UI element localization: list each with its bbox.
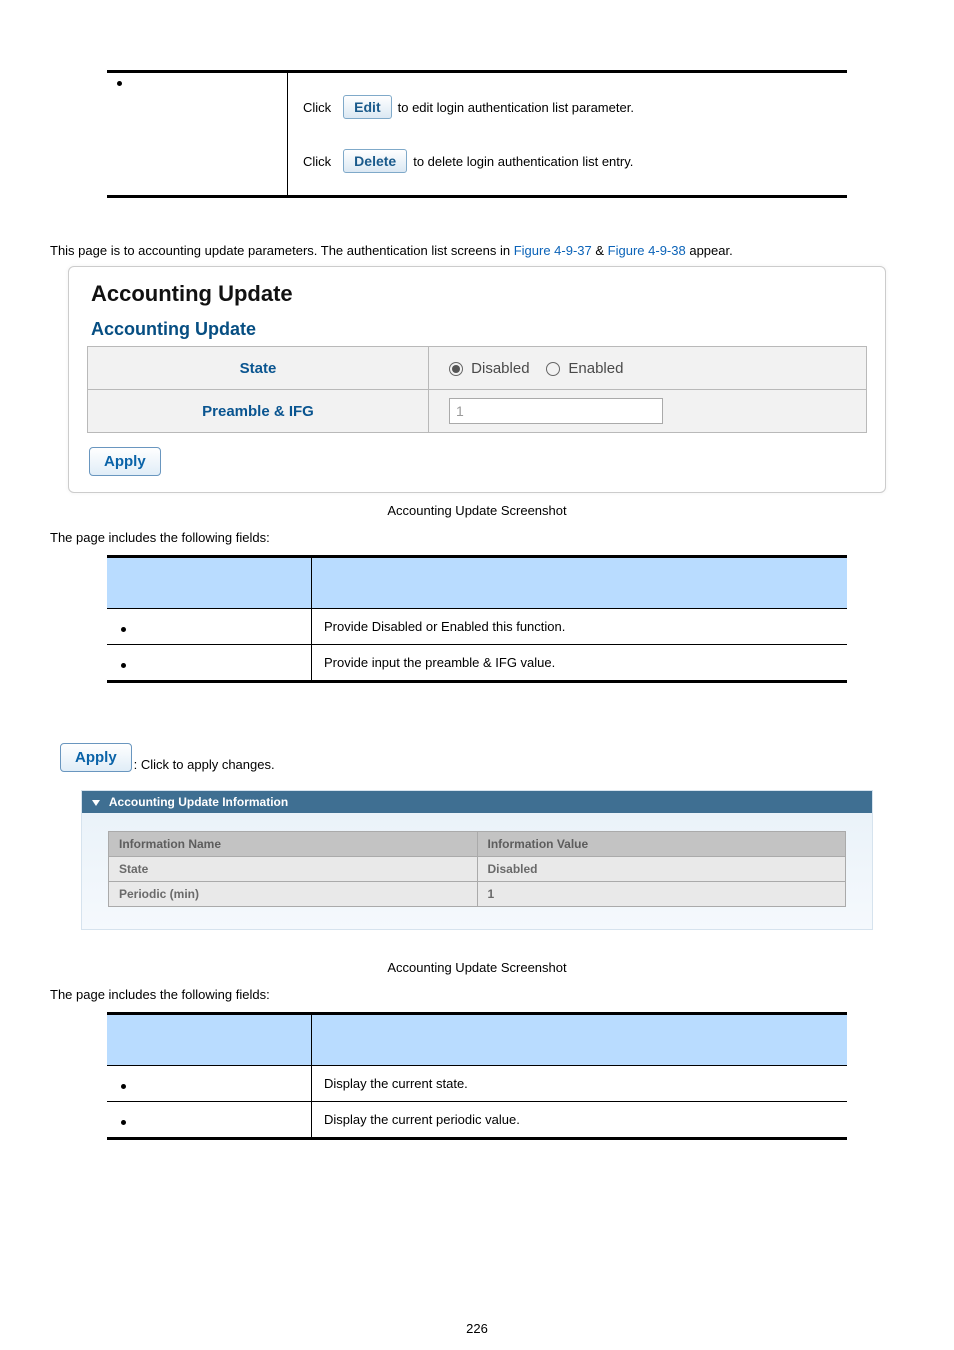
screenshot2-caption: Accounting Update Screenshot — [50, 960, 904, 975]
state-value-cell: Disabled Enabled — [429, 347, 867, 390]
screenshot1-caption: Accounting Update Screenshot — [50, 503, 904, 518]
delete-button[interactable]: Delete — [343, 149, 407, 173]
apply-button[interactable]: Apply — [60, 743, 132, 772]
edit-button[interactable]: Edit — [343, 95, 391, 119]
top-actions-table: Click Edit to edit login authentication … — [107, 70, 847, 198]
intro-paragraph: This page is to accounting update parame… — [50, 243, 904, 258]
info-row-name: Periodic (min) — [109, 882, 478, 907]
intro-sep: & — [595, 243, 607, 258]
field-desc: Display the current state. — [312, 1066, 848, 1102]
settings-table: State Disabled Enabled Preamble & IFG 1 — [87, 346, 867, 433]
list-item — [107, 609, 312, 645]
info-row-name: State — [109, 857, 478, 882]
accounting-update-panel: Accounting Update Accounting Update Stat… — [68, 266, 886, 493]
panel-title: Accounting Update — [91, 281, 867, 307]
radio-disabled[interactable] — [449, 362, 463, 376]
delete-action-row: Click Delete to delete login authenticat… — [303, 149, 832, 173]
apply-note-text: : Click to apply changes. — [134, 757, 275, 772]
list-item — [107, 645, 312, 682]
state-label: State — [88, 347, 429, 390]
fields-table-2: Display the current state. Display the c… — [107, 1012, 847, 1140]
click-word: Click — [303, 100, 331, 115]
preamble-input[interactable]: 1 — [449, 398, 663, 424]
list-item — [107, 1102, 312, 1139]
triangle-down-icon — [92, 800, 100, 806]
field-desc: Display the current periodic value. — [312, 1102, 848, 1139]
fields-intro-1: The page includes the following fields: — [50, 530, 904, 545]
accounting-info-panel: Accounting Update Information Informatio… — [81, 790, 873, 930]
bullet-dot-icon — [121, 627, 126, 632]
panel-bar-title: Accounting Update Information — [109, 795, 288, 809]
field-desc: Provide input the preamble & IFG value. — [312, 645, 848, 682]
info-th-value: Information Value — [477, 832, 846, 857]
figure-link-38[interactable]: Figure 4-9-38 — [608, 243, 686, 258]
page-number: 226 — [0, 1321, 954, 1336]
radio-enabled[interactable] — [546, 362, 560, 376]
edit-desc: to edit login authentication list parame… — [398, 100, 634, 115]
info-row-value: 1 — [477, 882, 846, 907]
bullet-dot-icon — [121, 1120, 126, 1125]
panel-subtitle: Accounting Update — [91, 319, 867, 340]
click-word: Click — [303, 154, 331, 169]
bullet-dot-icon — [121, 663, 126, 668]
apply-note: Apply : Click to apply changes. — [60, 743, 904, 772]
edit-action-row: Click Edit to edit login authentication … — [303, 95, 832, 119]
preamble-label: Preamble & IFG — [88, 390, 429, 433]
preamble-value-cell: 1 — [429, 390, 867, 433]
fields-intro-2: The page includes the following fields: — [50, 987, 904, 1002]
info-th-name: Information Name — [109, 832, 478, 857]
bullet-dot-icon — [117, 81, 122, 86]
delete-desc: to delete login authentication list entr… — [413, 154, 633, 169]
panel-bar[interactable]: Accounting Update Information — [82, 791, 872, 813]
info-table: Information Name Information Value State… — [108, 831, 846, 907]
apply-button[interactable]: Apply — [89, 447, 161, 476]
bullet-dot-icon — [121, 1084, 126, 1089]
list-item — [107, 1066, 312, 1102]
intro-prefix: This page is to accounting update parame… — [50, 243, 514, 258]
info-row-value: Disabled — [477, 857, 846, 882]
figure-link-37[interactable]: Figure 4-9-37 — [514, 243, 592, 258]
bullet — [117, 73, 287, 88]
radio-disabled-label: Disabled — [471, 360, 529, 377]
fields-table-1: Provide Disabled or Enabled this functio… — [107, 555, 847, 683]
field-desc: Provide Disabled or Enabled this functio… — [312, 609, 848, 645]
radio-enabled-label: Enabled — [568, 360, 623, 377]
intro-suffix: appear. — [689, 243, 732, 258]
